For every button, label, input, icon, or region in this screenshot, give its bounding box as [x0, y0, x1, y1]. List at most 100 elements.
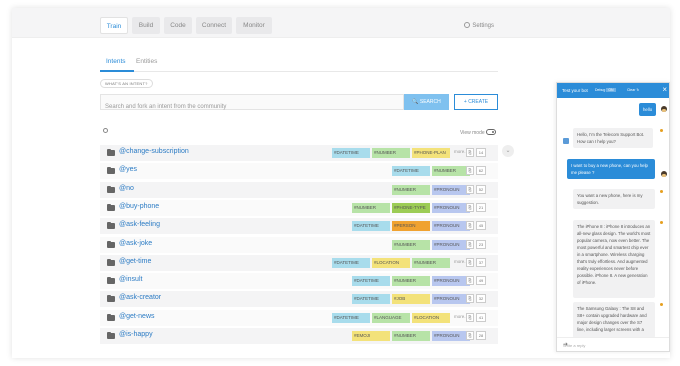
fork-icon[interactable]: ⎘ [466, 184, 474, 194]
entity-tag[interactable]: #DATETIME [332, 257, 370, 268]
folder-icon [107, 203, 115, 211]
user-avatar-icon [661, 106, 667, 112]
entity-tag[interactable]: #DATETIME [352, 221, 390, 232]
fork-icon[interactable]: ⎘ [466, 166, 474, 176]
entity-tag[interactable]: #PERSON [392, 221, 430, 232]
intent-name[interactable]: @get-news [119, 313, 155, 320]
fork-icon[interactable]: ⎘ [466, 312, 474, 322]
fork-icon[interactable]: ⎘ [466, 331, 474, 340]
chevron-down-icon[interactable]: ⌄ [502, 145, 514, 157]
entity-tag[interactable]: #NUMBER [432, 166, 470, 177]
chat-title: Test your bot [562, 88, 588, 93]
entity-tag[interactable]: #DATETIME [392, 166, 430, 177]
entity-tag[interactable]: #DATETIME [332, 312, 370, 323]
tab-build[interactable]: Build [132, 17, 160, 34]
tab-connect[interactable]: Connect [196, 17, 232, 34]
fork-icon[interactable]: ⎘ [466, 294, 474, 304]
intent-row[interactable]: @yes #DATETIME #NUMBER ⎘ 62 [100, 163, 498, 180]
settings-link[interactable]: Settings [464, 22, 494, 29]
intent-row[interactable]: @ask-feeling #DATETIME #PERSON #PRONOUN ⎘ 45 [100, 218, 498, 235]
send-icon[interactable]: ➜ [563, 341, 666, 348]
entity-tag[interactable]: #NUMBER [412, 257, 450, 268]
intent-name[interactable]: @no [119, 185, 134, 192]
intent-name[interactable]: @ask-joke [119, 240, 152, 247]
entity-tag[interactable]: #PHONE-TYPE [392, 202, 430, 213]
debug-toggle[interactable]: Debug ON [595, 88, 616, 92]
intent-name[interactable]: @insult [119, 276, 142, 283]
entity-tag[interactable]: #NUMBER [392, 331, 430, 341]
intent-row[interactable]: @change-subscription #DATETIME #NUMBER #PHO… [100, 145, 498, 161]
entity-tag[interactable]: #PRONOUN [432, 331, 470, 341]
tab-intents[interactable]: Intents [106, 58, 126, 65]
clear-button[interactable]: Clear ↻ [627, 88, 639, 92]
intent-row[interactable]: @get-time #DATETIME #LOCATION #NUMBER more..… [100, 254, 498, 271]
entity-tag[interactable]: #NUMBER [392, 276, 430, 287]
intent-row[interactable]: @ask-joke #NUMBER #PRONOUN ⎘ 23 [100, 236, 498, 253]
tab-monitor[interactable]: Monitor [236, 17, 272, 34]
chat-reply-input[interactable]: Write a reply ➜ [557, 337, 669, 351]
debug-dot-icon[interactable] [660, 221, 663, 224]
entity-tag[interactable]: #LOCATION [372, 257, 410, 268]
entity-tag[interactable]: #NUMBER [352, 202, 390, 213]
entity-tag[interactable]: #EMOJI [352, 331, 390, 341]
fork-icon[interactable]: ⎘ [466, 148, 474, 157]
intent-row[interactable]: @get-news #DATETIME #LANGUAGE #LOCATION more… [100, 309, 498, 326]
intent-search-input[interactable]: Search and fork an intent from the commu… [100, 94, 404, 110]
expression-count: 37 [476, 257, 486, 267]
intent-name[interactable]: @get-time [119, 258, 151, 265]
fork-icon[interactable]: ⎘ [466, 221, 474, 231]
debug-state: ON [606, 88, 616, 92]
entity-tag[interactable]: #LOCATION [412, 312, 450, 323]
intent-name[interactable]: @is-happy [119, 331, 153, 338]
view-mode-toggle[interactable] [486, 129, 496, 135]
entity-tag[interactable]: #PRONOUN [432, 202, 470, 213]
search-icon[interactable] [103, 128, 108, 133]
entity-tag[interactable]: #DATETIME [332, 148, 370, 158]
create-button[interactable]: + CREATE [454, 94, 498, 110]
subtab-divider [100, 71, 498, 72]
entity-tag[interactable]: #PHONE-PLAN [412, 148, 450, 158]
entity-tag[interactable]: #PRONOUN [432, 276, 470, 287]
intent-name[interactable]: @change-subscription [119, 148, 189, 155]
folder-icon [107, 277, 115, 285]
entity-tag[interactable]: #JOB [392, 294, 430, 305]
chat-header: Test your bot Debug ON Clear ↻ × [557, 83, 669, 98]
entity-tag[interactable]: #PRONOUN [432, 239, 470, 250]
intent-row[interactable]: @is-happy #EMOJI #NUMBER #PRONOUN ⎘ 28 [100, 328, 498, 344]
folder-icon [107, 313, 115, 321]
intent-row[interactable]: @no #NUMBER #PRONOUN ⎘ 52 [100, 181, 498, 198]
entity-tag[interactable]: #LANGUAGE [372, 312, 410, 323]
debug-dot-icon[interactable] [660, 190, 663, 193]
intent-row[interactable]: @ask-creator #DATETIME #JOB #PRONOUN ⎘ 32 [100, 291, 498, 308]
tab-code[interactable]: Code [164, 17, 192, 34]
create-button-label: CREATE [468, 99, 489, 105]
whats-an-intent-label: WHAT'S AN INTENT? [105, 81, 148, 86]
entity-tag[interactable]: #NUMBER [392, 184, 430, 195]
intent-row[interactable]: @buy-phone #NUMBER #PHONE-TYPE #PRONOUN ⎘ 21 [100, 199, 498, 216]
fork-icon[interactable]: ⎘ [466, 239, 474, 249]
entity-tag[interactable]: #PRONOUN [432, 221, 470, 232]
entity-tag[interactable]: #PRONOUN [432, 294, 470, 305]
entity-tag[interactable]: #DATETIME [352, 294, 390, 305]
intent-name[interactable]: @ask-creator [119, 294, 161, 301]
intent-name[interactable]: @buy-phone [119, 203, 159, 210]
expression-count: 45 [476, 221, 486, 231]
fork-icon[interactable]: ⎘ [466, 257, 474, 267]
whats-an-intent-link[interactable]: WHAT'S AN INTENT? [100, 79, 153, 88]
entity-tag[interactable]: #DATETIME [352, 276, 390, 287]
tab-train[interactable]: Train [100, 17, 128, 34]
debug-dot-icon[interactable] [660, 129, 663, 132]
intent-name[interactable]: @ask-feeling [119, 221, 160, 228]
entity-tag[interactable]: #PRONOUN [432, 184, 470, 195]
entity-tag[interactable]: #NUMBER [372, 148, 410, 158]
close-icon[interactable]: × [662, 85, 667, 94]
intent-row[interactable]: @insult #DATETIME #NUMBER #PRONOUN ⎘ 49 [100, 273, 498, 290]
debug-dot-icon[interactable] [660, 303, 663, 306]
search-button[interactable]: 🔍 SEARCH [404, 94, 449, 110]
fork-icon[interactable]: ⎘ [466, 202, 474, 212]
entity-tag[interactable]: #NUMBER [392, 239, 430, 250]
tab-entities[interactable]: Entities [136, 58, 157, 65]
fork-icon[interactable]: ⎘ [466, 276, 474, 286]
expression-count: 32 [476, 294, 486, 304]
intent-name[interactable]: @yes [119, 166, 137, 173]
